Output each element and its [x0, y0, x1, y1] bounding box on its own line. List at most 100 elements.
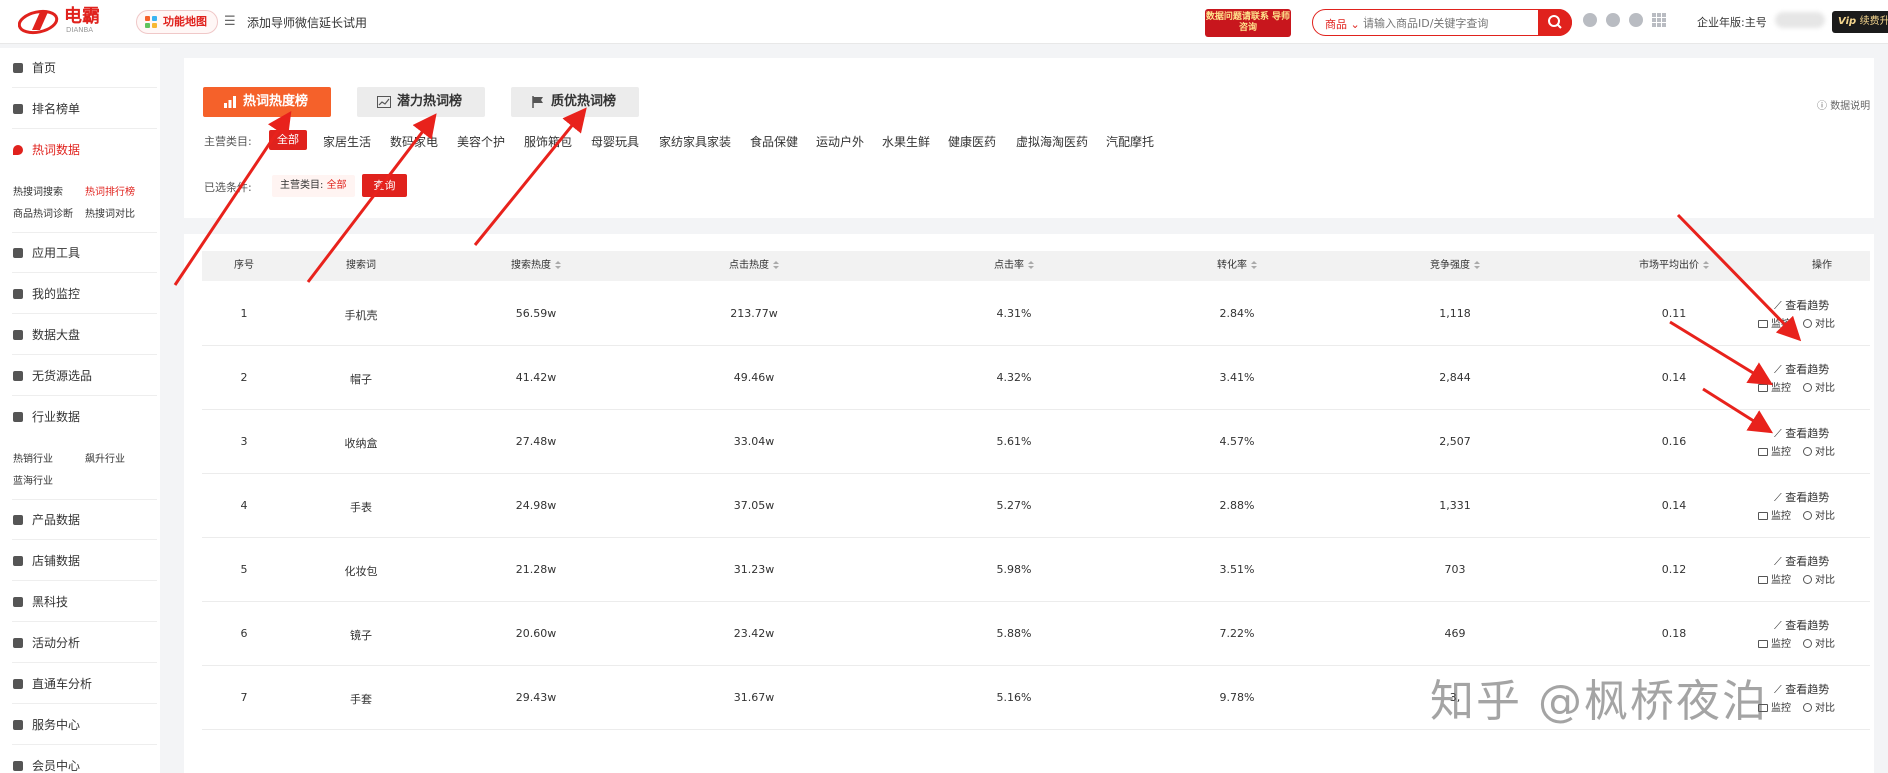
notice-link[interactable]: 添加导师微信延长试用 [247, 14, 367, 31]
query-button[interactable]: 查询 [362, 174, 407, 197]
sidebar-item-activity[interactable]: 活动分析 [12, 623, 157, 663]
category-option[interactable]: 母婴玩具 [591, 133, 639, 150]
account-label[interactable]: 企业年版:主号 [1697, 14, 1767, 30]
view-trend-button[interactable]: ⟋ 查看趋势 [1774, 489, 1829, 505]
cell-ctr: 5.88% [996, 627, 1032, 640]
sidebar-item-hotwords[interactable]: 热词数据 [12, 130, 157, 170]
category-option[interactable]: 美容个护 [457, 133, 505, 150]
category-all[interactable]: 全部 [269, 130, 307, 150]
selected-condition-chip[interactable]: 主营类目: 全部 [272, 175, 355, 197]
member-icon [13, 761, 23, 771]
sidebar-item-stores[interactable]: 店铺数据 [12, 541, 157, 581]
compare-button[interactable]: 对比 [1803, 635, 1835, 650]
col-competition[interactable]: 竞争强度 [1430, 251, 1480, 281]
search-button[interactable] [1538, 9, 1572, 36]
sidebar-sub-hot-industry[interactable]: 热销行业 [13, 450, 53, 465]
monitor-button[interactable]: 监控 [1758, 315, 1791, 330]
table-row: 6 镜子 20.60w 23.42w 5.88% 7.22% 469 0.18 … [202, 602, 1870, 666]
monitor-button[interactable]: 监控 [1758, 507, 1791, 522]
section-divider [184, 218, 1874, 234]
tab-hot-heat-rank[interactable]: 热词热度榜 [203, 87, 331, 117]
category-option[interactable]: 水果生鲜 [882, 133, 930, 150]
view-trend-button[interactable]: ⟋ 查看趋势 [1774, 681, 1829, 697]
cell-avg-bid: 0.18 [1661, 627, 1687, 640]
category-option[interactable]: 运动户外 [816, 133, 864, 150]
tab-potential-rank[interactable]: 潜力热词榜 [357, 87, 485, 117]
col-click-heat[interactable]: 点击热度 [729, 251, 779, 281]
sidebar-item-dropship[interactable]: 无货源选品 [12, 356, 157, 396]
col-avg-bid[interactable]: 市场平均出价 [1639, 251, 1709, 281]
promo-banner[interactable]: 数据问题请联系 导师咨询 [1205, 9, 1291, 37]
apps-grid-icon[interactable] [1652, 13, 1666, 27]
sidebar-item-dashboard[interactable]: 数据大盘 [12, 315, 157, 355]
sidebar-item-monitor[interactable]: 我的监控 [12, 274, 157, 314]
cell-keyword[interactable]: 手机壳 [345, 307, 378, 323]
monitor-button[interactable]: 监控 [1758, 443, 1791, 458]
compare-icon [1803, 319, 1812, 328]
sidebar-sub-hotword-ranking[interactable]: 热词排行榜 [85, 183, 135, 198]
table-header: 序号 搜索词 搜索热度 点击热度 点击率 转化率 竞争强度 市场平均出价 操作 [202, 251, 1870, 281]
monitor-button[interactable]: 监控 [1758, 635, 1791, 650]
view-trend-button[interactable]: ⟋ 查看趋势 [1774, 297, 1829, 313]
monitor-button[interactable]: 监控 [1758, 379, 1791, 394]
view-trend-button[interactable]: ⟋ 查看趋势 [1774, 425, 1829, 441]
category-option[interactable]: 家居生活 [323, 133, 371, 150]
view-trend-button[interactable]: ⟋ 查看趋势 [1774, 553, 1829, 569]
sidebar-item-home[interactable]: 首页 [12, 48, 157, 88]
sidebar-item-ztc[interactable]: 直通车分析 [12, 664, 157, 704]
col-cvr[interactable]: 转化率 [1217, 251, 1257, 281]
cell-keyword[interactable]: 手表 [350, 499, 372, 515]
sidebar-sub-hotword-search[interactable]: 热搜词搜索 [13, 183, 63, 198]
search-category-select[interactable]: 商品 ⌄ [1325, 16, 1360, 32]
trend-chart-icon [377, 96, 391, 108]
compare-button[interactable]: 对比 [1803, 443, 1835, 458]
col-search-heat[interactable]: 搜索热度 [511, 251, 561, 281]
col-ctr[interactable]: 点击率 [994, 251, 1034, 281]
category-option[interactable]: 服饰箱包 [524, 133, 572, 150]
vip-upgrade-button[interactable]: Vip 续费升级 [1832, 11, 1888, 33]
cell-keyword[interactable]: 帽子 [350, 371, 372, 387]
category-option[interactable]: 汽配摩托 [1106, 133, 1154, 150]
cell-keyword[interactable]: 收纳盒 [345, 435, 378, 451]
logo[interactable]: 电霸 DIANBA [18, 6, 100, 36]
sidebar-sub-hotword-diagnosis[interactable]: 商品热词诊断 [13, 205, 73, 220]
sidebar-sub-hotword-compare[interactable]: 热搜词对比 [85, 205, 135, 220]
category-option[interactable]: 健康医药 [948, 133, 996, 150]
compare-button[interactable]: 对比 [1803, 507, 1835, 522]
compare-button[interactable]: 对比 [1803, 379, 1835, 394]
home-icon [13, 63, 23, 73]
monitor-button[interactable]: 监控 [1758, 571, 1791, 586]
sidebar-item-black-tech[interactable]: 黑科技 [12, 582, 157, 622]
bell-icon[interactable] [1583, 13, 1597, 27]
category-option[interactable]: 数码家电 [390, 133, 438, 150]
user-circle-icon[interactable] [1606, 13, 1620, 27]
cell-rank: 2 [240, 371, 248, 384]
sidebar-item-products[interactable]: 产品数据 [12, 500, 157, 540]
cloud-icon[interactable] [1629, 13, 1643, 27]
view-trend-button[interactable]: ⟋ 查看趋势 [1774, 617, 1829, 633]
sidebar-item-rankings[interactable]: 排名榜单 [12, 89, 157, 129]
compare-button[interactable]: 对比 [1803, 699, 1835, 714]
data-explanation-link[interactable]: ⓘ 数据说明 [1817, 97, 1870, 112]
sidebar-sub-rising-industry[interactable]: 飙升行业 [85, 450, 125, 465]
sidebar-item-industry[interactable]: 行业数据 [12, 397, 157, 437]
cell-keyword[interactable]: 化妆包 [345, 563, 378, 579]
tab-quality-rank[interactable]: 质优热词榜 [511, 87, 639, 117]
cell-keyword[interactable]: 镜子 [350, 627, 372, 643]
category-option[interactable]: 家纺家具家装 [659, 133, 731, 150]
category-option[interactable]: 虚拟海淘医药 [1016, 133, 1088, 150]
function-map-button[interactable]: 功能地图 [136, 10, 218, 34]
search-input[interactable] [1363, 14, 1533, 32]
search-icon [1548, 15, 1562, 29]
cell-keyword[interactable]: 手套 [350, 691, 372, 707]
view-trend-button[interactable]: ⟋ 查看趋势 [1774, 361, 1829, 377]
menu-list-icon[interactable]: ☰ [224, 14, 236, 29]
sidebar-sub-blue-ocean[interactable]: 蓝海行业 [13, 472, 53, 487]
compare-button[interactable]: 对比 [1803, 571, 1835, 586]
category-option[interactable]: 食品保健 [750, 133, 798, 150]
compare-button[interactable]: 对比 [1803, 315, 1835, 330]
sidebar-item-service[interactable]: 服务中心 [12, 705, 157, 745]
sidebar-item-tools[interactable]: 应用工具 [12, 233, 157, 273]
sidebar-item-member[interactable]: 会员中心 [12, 746, 157, 773]
table-row: 4 手表 24.98w 37.05w 5.27% 2.88% 1,331 0.1… [202, 474, 1870, 538]
